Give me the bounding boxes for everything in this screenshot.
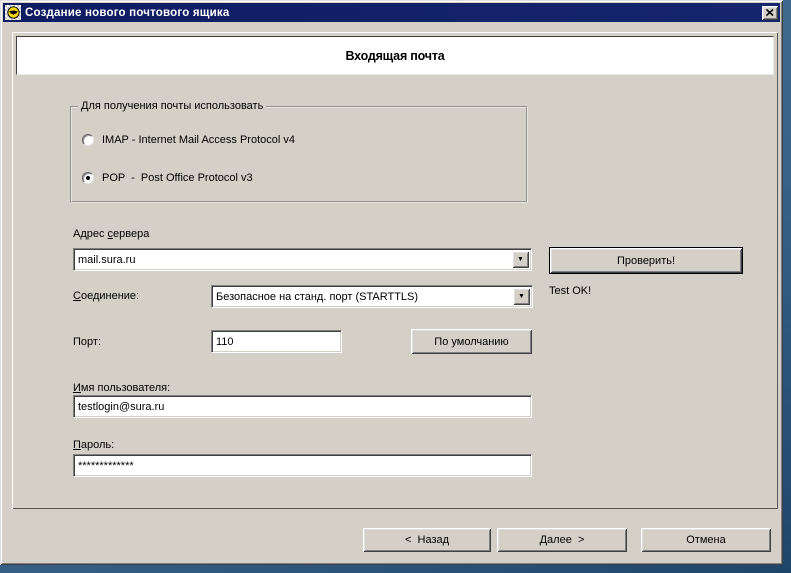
port-field <box>211 330 342 353</box>
content-panel: Входящая почта Для получения почты испол… <box>12 32 778 509</box>
cancel-button[interactable]: Отмена <box>641 528 771 552</box>
app-icon-bat <box>5 5 21 20</box>
username-label: Имя пользователя: <box>73 382 170 394</box>
connection-combo: ▼ <box>211 285 533 308</box>
server-address-input[interactable] <box>74 249 531 270</box>
test-status: Test OK! <box>549 285 591 297</box>
radio-imap-label: IMAP - Internet Mail Access Protocol v4 <box>102 134 295 146</box>
back-button[interactable]: < Назад <box>363 528 491 552</box>
password-input[interactable] <box>74 455 531 476</box>
port-label: Порт: <box>73 336 101 348</box>
port-input[interactable] <box>212 331 341 352</box>
chevron-down-icon: ▼ <box>518 293 525 300</box>
connection-label: Соединение: <box>73 290 139 302</box>
bat-icon <box>7 6 20 19</box>
page-header: Входящая почта <box>16 36 774 75</box>
username-input[interactable] <box>74 396 531 417</box>
connection-input[interactable] <box>212 286 532 307</box>
radio-unchecked-icon[interactable] <box>82 134 94 146</box>
radio-option-pop[interactable]: POP - Post Office Protocol v3 <box>82 172 253 184</box>
radio-checked-icon[interactable] <box>82 172 94 184</box>
protocol-groupbox-legend: Для получения почты использовать <box>78 100 266 112</box>
server-address-combo: ▼ <box>73 248 532 271</box>
password-label: Пароль: <box>73 439 114 451</box>
title-bar[interactable]: Создание нового почтового ящика <box>3 3 780 22</box>
chevron-down-icon: ▼ <box>517 256 524 263</box>
desktop: { "window": { "title": "Создание нового … <box>0 0 791 573</box>
server-address-dropdown-button[interactable]: ▼ <box>512 251 529 268</box>
radio-option-imap[interactable]: IMAP - Internet Mail Access Protocol v4 <box>82 134 295 146</box>
username-field <box>73 395 532 418</box>
check-button[interactable]: Проверить! <box>549 247 743 274</box>
radio-pop-label: POP - Post Office Protocol v3 <box>102 172 253 184</box>
close-button[interactable] <box>762 6 778 20</box>
protocol-groupbox: Для получения почты использовать IMAP - … <box>70 106 528 203</box>
connection-dropdown-button[interactable]: ▼ <box>513 288 530 305</box>
window-title: Создание нового почтового ящика <box>25 7 762 19</box>
close-icon <box>766 9 774 16</box>
password-field <box>73 454 532 477</box>
server-address-label: Адрес сервера <box>73 228 149 240</box>
next-button[interactable]: Далее > <box>497 528 627 552</box>
dialog-window: Создание нового почтового ящика Входящая… <box>0 0 783 565</box>
port-default-button[interactable]: По умолчанию <box>411 329 532 354</box>
page-title: Входящая почта <box>345 49 444 63</box>
